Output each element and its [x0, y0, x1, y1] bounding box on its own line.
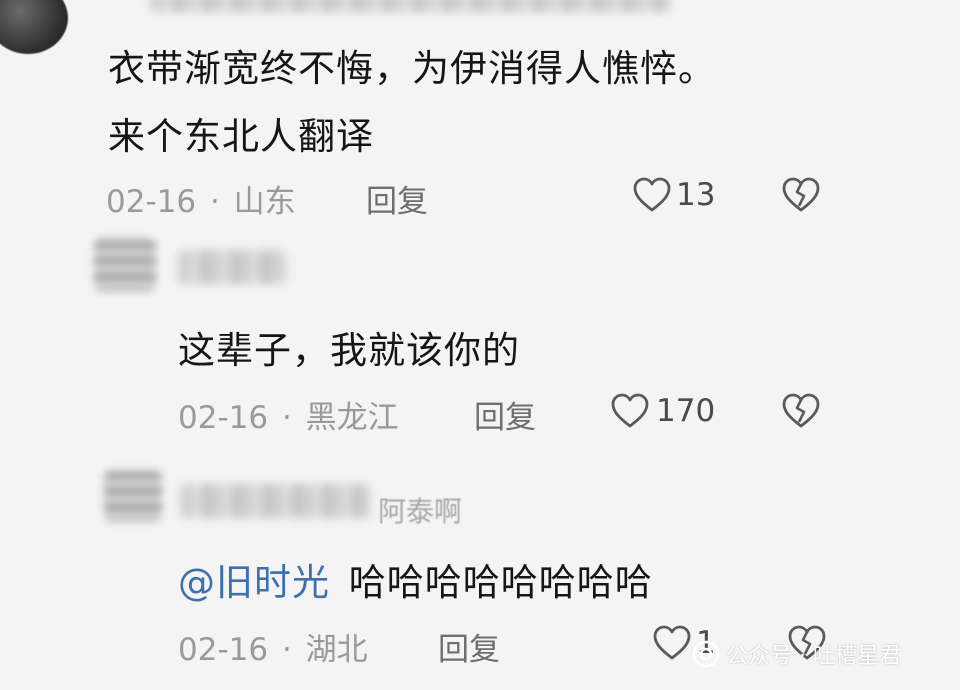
visible-username-3[interactable]: 阿泰啊: [378, 490, 462, 530]
watermark-text: 公众号 · 吐槽星君: [726, 644, 901, 669]
meta-separator: ·: [209, 184, 220, 220]
avatar-commenter-3[interactable]: [104, 470, 162, 522]
blurred-username-2[interactable]: [178, 250, 288, 284]
avatar-commenter-1[interactable]: [0, 0, 68, 54]
comment-date: 02-16: [178, 632, 269, 668]
blurred-username-3[interactable]: [180, 484, 370, 518]
like-count-2: 170: [656, 393, 716, 429]
dislike-button-1[interactable]: [780, 176, 822, 214]
comment-meta-1: 02-16 · 山东: [106, 176, 296, 221]
broken-heart-icon: [780, 176, 822, 214]
comment-meta-2: 02-16 · 黑龙江: [178, 392, 399, 437]
mention-link[interactable]: @旧时光: [178, 561, 330, 604]
blurred-username-1[interactable]: [150, 0, 670, 12]
heart-outline-icon: [652, 624, 692, 662]
watermark: 公众号 · 吐槽星君: [692, 638, 901, 670]
meta-separator: ·: [281, 400, 292, 436]
comment-location: 山东: [233, 184, 296, 220]
comment-text-1-line2: 来个东北人翻译: [108, 115, 374, 158]
comment-date: 02-16: [106, 184, 197, 220]
comment-text-2: 这辈子，我就该你的: [178, 329, 520, 372]
avatar-commenter-2[interactable]: [94, 238, 156, 292]
broken-heart-icon: [780, 392, 822, 430]
wechat-public-account-icon: [692, 640, 720, 668]
like-button-2[interactable]: 170: [610, 392, 715, 430]
comment-body-3: 哈哈哈哈哈哈哈哈: [348, 561, 653, 604]
comment-text-1-line1: 衣带渐宽终不悔，为伊消得人憔悴。: [108, 47, 716, 90]
heart-outline-icon: [610, 392, 650, 430]
comment-location: 黑龙江: [305, 400, 399, 436]
comment-location: 湖北: [305, 632, 368, 668]
reply-button-1[interactable]: 回复: [366, 176, 428, 221]
meta-separator: ·: [281, 632, 292, 668]
reply-button-3[interactable]: 回复: [438, 624, 500, 669]
comment-date: 02-16: [178, 400, 269, 436]
comment-meta-3: 02-16 · 湖北: [178, 624, 368, 669]
like-count-1: 13: [676, 177, 716, 213]
heart-outline-icon: [632, 176, 672, 214]
reply-button-2[interactable]: 回复: [474, 392, 536, 437]
comment-text-3: @旧时光 哈哈哈哈哈哈哈哈: [178, 552, 653, 606]
like-button-1[interactable]: 13: [632, 176, 715, 214]
dislike-button-2[interactable]: [780, 392, 822, 430]
